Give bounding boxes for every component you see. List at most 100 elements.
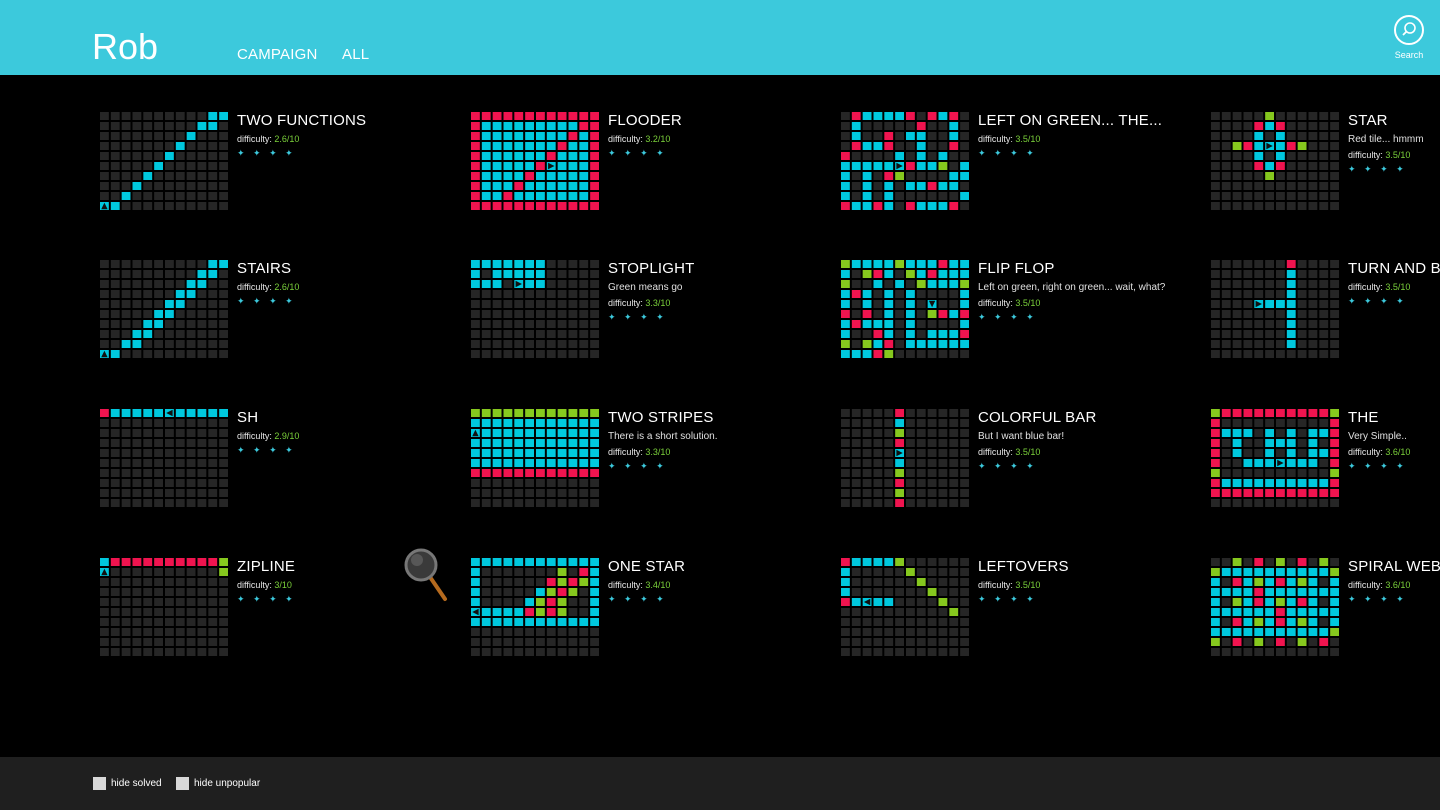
checkbox-box[interactable] [93,777,106,790]
search-label: Search [1394,50,1424,60]
difficulty-label: difficulty: [1348,150,1383,160]
puzzle-tile[interactable]: STAIRS difficulty: 2.6/10 ✦ ✦ ✦ ✦ [99,259,469,364]
puzzle-name: SH [237,409,259,426]
difficulty-label: difficulty: [608,298,643,308]
puzzle-info: FLIP FLOP Left on green, right on green..… [978,259,1208,323]
puzzle-name: TWO FUNCTIONS [237,112,367,129]
puzzle-tile[interactable]: STOPLIGHT Green means go difficulty: 3.3/1… [470,259,840,364]
difficulty-label: difficulty: [237,580,272,590]
puzzle-thumbnail [1211,112,1339,210]
puzzle-thumbnail [841,558,969,656]
puzzle-tile[interactable]: TURN AND BA difficulty: 3.5/10 ✦ ✦ ✦ ✦ [1210,259,1440,364]
puzzle-info: THE Very Simple.. difficulty: 3.6/10 ✦ ✦ ✦ … [1348,408,1440,472]
puzzle-difficulty: difficulty: 3.2/10 [608,134,838,144]
puzzle-tile[interactable]: COLORFUL BAR But I want blue bar! difficul… [840,408,1210,513]
rating-stars-icon: ✦ ✦ ✦ ✦ [608,312,667,322]
puzzle-thumbnail [100,409,228,507]
hide-solved-label: hide solved [111,778,162,789]
hide-unpopular-checkbox[interactable]: hide unpopular [176,777,260,790]
puzzle-difficulty: difficulty: 2.6/10 [237,134,467,144]
puzzle-tile[interactable]: LEFTOVERS difficulty: 3.5/10 ✦ ✦ ✦ ✦ [840,557,1210,662]
difficulty-label: difficulty: [978,134,1013,144]
puzzle-thumbnail [1211,409,1339,507]
puzzle-difficulty: difficulty: 3.3/10 [608,298,838,308]
puzzle-name: COLORFUL BAR [978,409,1097,426]
puzzle-info: TWO STRIPES There is a short solution. dif… [608,408,838,472]
puzzle-tile[interactable]: TWO STRIPES There is a short solution. dif… [470,408,840,513]
difficulty-value: 3.4/10 [645,580,671,590]
puzzle-tile[interactable]: STAR Red tile... hmmm difficulty: 3.5/10 ✦ … [1210,111,1440,216]
puzzle-name: STAR [1348,112,1388,129]
tab-all[interactable]: ALL [342,46,369,63]
puzzle-difficulty: difficulty: 3.6/10 [1348,580,1440,590]
puzzle-tile[interactable]: FLIP FLOP Left on green, right on green..… [840,259,1210,364]
puzzle-description: Green means go [608,282,683,293]
puzzle-info: STAIRS difficulty: 2.6/10 ✦ ✦ ✦ ✦ [237,259,467,307]
search-button[interactable]: Search [1392,15,1426,60]
puzzle-tile[interactable]: ONE STAR difficulty: 3.4/10 ✦ ✦ ✦ ✦ [470,557,840,662]
puzzle-tile[interactable]: LEFT ON GREEN... THE... difficulty: 3.5/1… [840,111,1210,216]
difficulty-value: 2.6/10 [274,134,300,144]
puzzle-name: STAIRS [237,260,292,277]
puzzle-info: LEFT ON GREEN... THE... difficulty: 3.5/1… [978,111,1208,159]
puzzle-difficulty: difficulty: 3.3/10 [608,447,838,457]
puzzle-tile[interactable]: THE Very Simple.. difficulty: 3.6/10 ✦ ✦ ✦ … [1210,408,1440,513]
puzzle-difficulty: difficulty: 2.6/10 [237,282,467,292]
puzzle-name: FLIP FLOP [978,260,1055,277]
difficulty-value: 3.5/10 [1015,134,1041,144]
puzzle-name: THE [1348,409,1379,426]
puzzle-name: LEFT ON GREEN... THE... [978,112,1163,129]
difficulty-label: difficulty: [608,134,643,144]
app-title: Rob [92,26,159,67]
puzzle-name: FLOODER [608,112,682,129]
rating-stars-icon: ✦ ✦ ✦ ✦ [978,461,1037,471]
puzzle-description: There is a short solution. [608,431,718,442]
puzzle-description: Red tile... hmmm [1348,134,1424,145]
puzzle-thumbnail [471,112,599,210]
difficulty-value: 3.5/10 [1015,447,1041,457]
rating-stars-icon: ✦ ✦ ✦ ✦ [237,296,296,306]
difficulty-value: 2.9/10 [274,431,300,441]
difficulty-value: 3.5/10 [1015,580,1041,590]
puzzle-info: TWO FUNCTIONS difficulty: 2.6/10 ✦ ✦ ✦ ✦ [237,111,467,159]
rating-stars-icon: ✦ ✦ ✦ ✦ [978,594,1037,604]
difficulty-label: difficulty: [1348,282,1383,292]
puzzle-grid: TWO FUNCTIONS difficulty: 2.6/10 ✦ ✦ ✦ ✦ FL… [0,75,1440,757]
puzzle-info: STOPLIGHT Green means go difficulty: 3.3/1… [608,259,838,323]
puzzle-thumbnail [471,409,599,507]
difficulty-value: 3.5/10 [1385,282,1411,292]
hide-solved-checkbox[interactable]: hide solved [93,777,162,790]
puzzle-info: FLOODER difficulty: 3.2/10 ✦ ✦ ✦ ✦ [608,111,838,159]
puzzle-tile[interactable]: TWO FUNCTIONS difficulty: 2.6/10 ✦ ✦ ✦ ✦ [99,111,469,216]
puzzle-tile[interactable]: SH difficulty: 2.9/10 ✦ ✦ ✦ ✦ [99,408,469,513]
search-icon [1394,15,1424,45]
puzzle-info: COLORFUL BAR But I want blue bar! difficul… [978,408,1208,472]
rating-stars-icon: ✦ ✦ ✦ ✦ [237,148,296,158]
difficulty-label: difficulty: [978,580,1013,590]
checkbox-box[interactable] [176,777,189,790]
puzzle-tile[interactable]: SPIRAL WEB difficulty: 3.6/10 ✦ ✦ ✦ ✦ [1210,557,1440,662]
puzzle-thumbnail [841,409,969,507]
difficulty-label: difficulty: [608,447,643,457]
difficulty-label: difficulty: [237,282,272,292]
difficulty-label: difficulty: [978,447,1013,457]
difficulty-label: difficulty: [608,580,643,590]
puzzle-name: TURN AND BA [1348,260,1440,277]
puzzle-thumbnail [100,112,228,210]
tab-campaign[interactable]: CAMPAIGN [237,46,318,63]
rating-stars-icon: ✦ ✦ ✦ ✦ [608,594,667,604]
bottom-app-bar: hide solved hide unpopular [0,757,1440,810]
puzzle-thumbnail [1211,558,1339,656]
puzzle-name: ONE STAR [608,558,686,575]
difficulty-value: 3/10 [274,580,292,590]
puzzle-thumbnail [841,112,969,210]
difficulty-value: 3.5/10 [1015,298,1041,308]
difficulty-value: 3.3/10 [645,447,671,457]
puzzle-difficulty: difficulty: 3.5/10 [1348,282,1440,292]
puzzle-name: SPIRAL WEB [1348,558,1440,575]
difficulty-label: difficulty: [978,298,1013,308]
puzzle-thumbnail [1211,260,1339,358]
rating-stars-icon: ✦ ✦ ✦ ✦ [608,148,667,158]
difficulty-value: 3.5/10 [1385,150,1411,160]
puzzle-tile[interactable]: FLOODER difficulty: 3.2/10 ✦ ✦ ✦ ✦ [470,111,840,216]
